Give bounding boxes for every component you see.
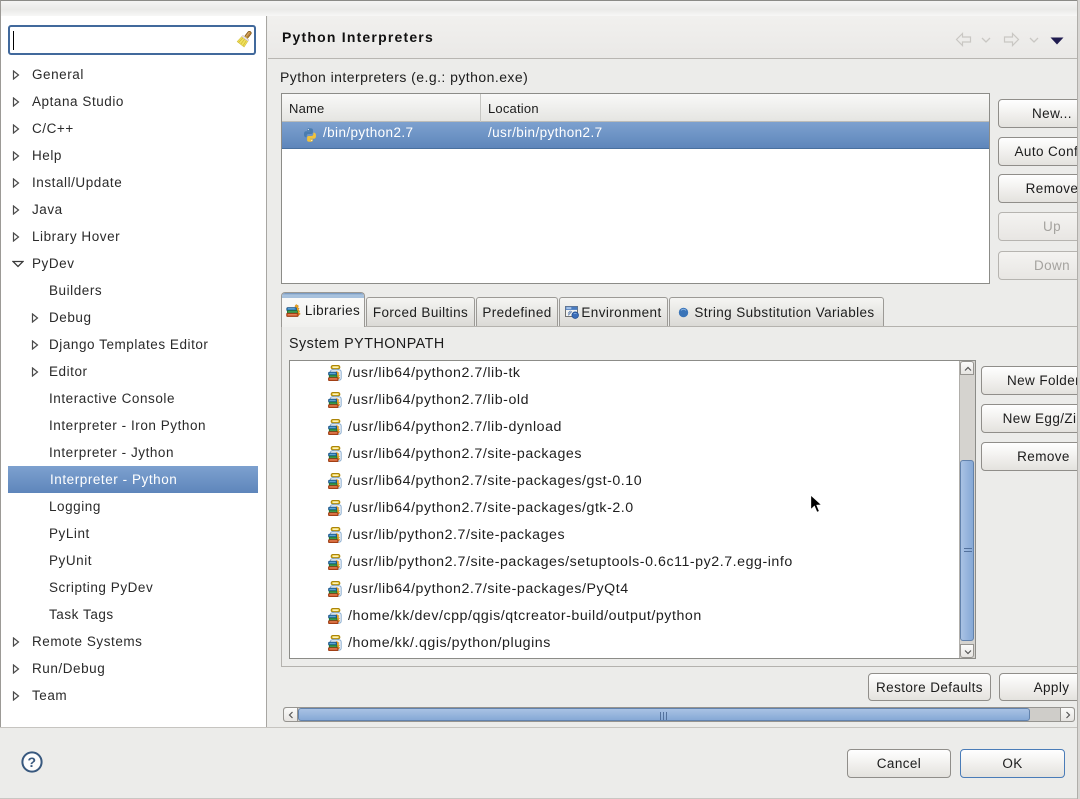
svg-text:?: ? bbox=[28, 754, 37, 770]
